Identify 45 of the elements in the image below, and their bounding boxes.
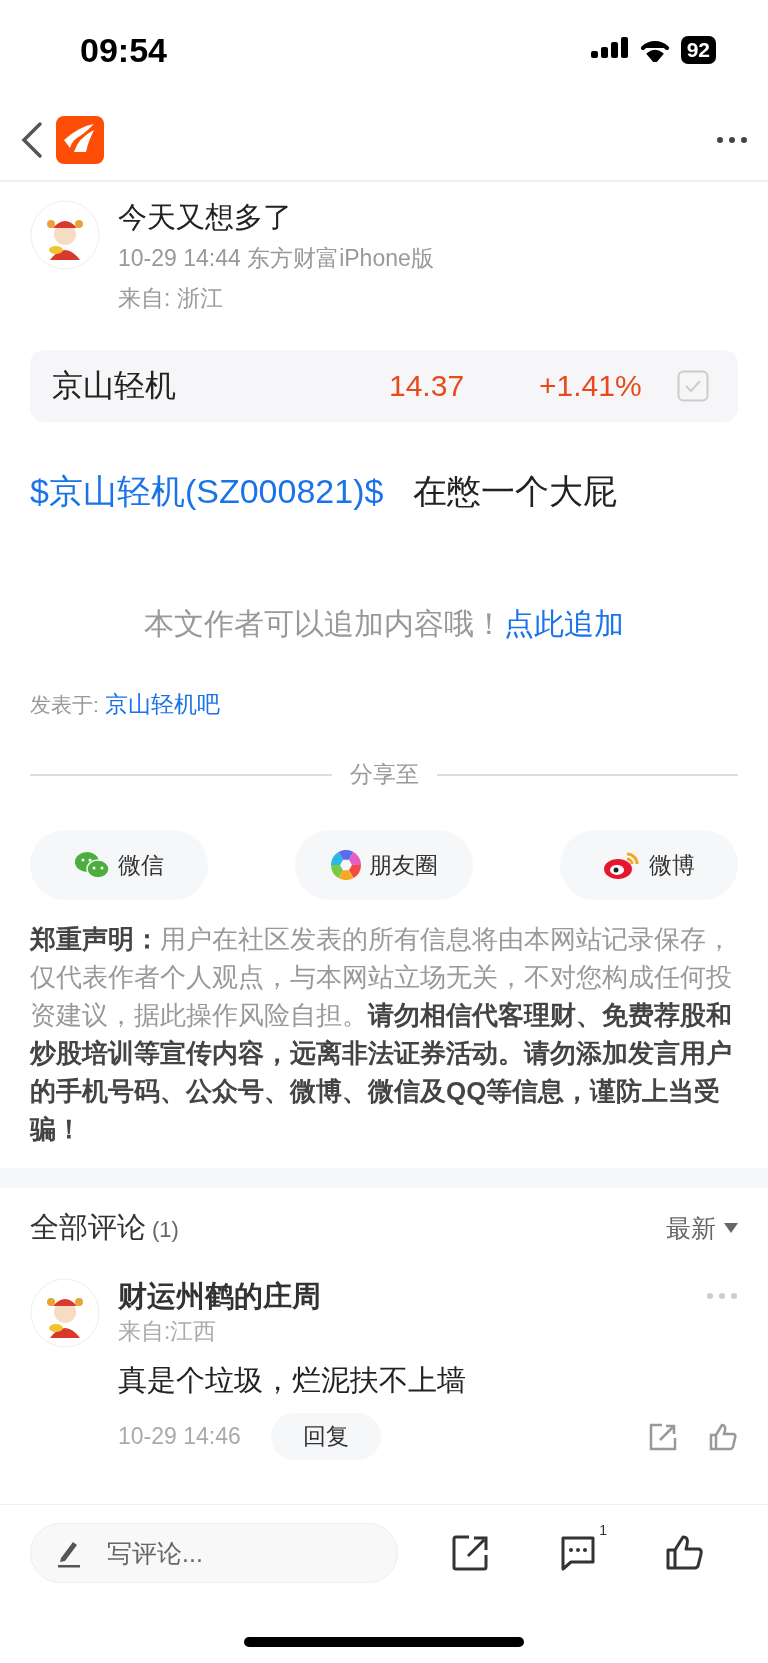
status-time: 09:54 <box>80 30 167 70</box>
caret-icon <box>724 1223 738 1233</box>
thumbs-up-icon[interactable] <box>708 1421 738 1452</box>
stock-link[interactable]: $京山轻机(SZ000821)$ <box>30 472 384 510</box>
post-text: $京山轻机(SZ000821)$ 在憋一个大屁 <box>30 471 618 512</box>
checkbox-icon[interactable] <box>677 370 709 402</box>
chat-bubbles-icon <box>74 850 110 880</box>
stock-price: 14.37 <box>389 369 466 403</box>
commenter-name[interactable]: 财运州鹤的庄周 <box>118 1278 321 1314</box>
thumbs-up-icon[interactable] <box>665 1534 704 1572</box>
comment-icon[interactable] <box>559 1534 597 1572</box>
stock-card[interactable]: 京山轻机 14.37 +1.41% <box>30 350 738 422</box>
append-link[interactable]: 点此追加 <box>504 607 624 640</box>
avatar <box>30 200 100 270</box>
battery-level: 92 <box>680 36 716 64</box>
post-meta: 10-29 14:44 东方财富iPhone版 <box>118 244 434 273</box>
sort-dropdown[interactable]: 最新 <box>666 1211 738 1245</box>
posted-in: 发表于: 京山轻机吧 <box>30 690 221 719</box>
comment-input[interactable]: 写评论... <box>30 1523 398 1583</box>
reply-button[interactable]: 回复 <box>270 1413 381 1460</box>
author-name[interactable]: 今天又想多了 <box>118 200 434 234</box>
comments-title: 全部评论 <box>30 1211 146 1243</box>
post-location: 来自: 浙江 <box>118 284 224 313</box>
forum-link[interactable]: 京山轻机吧 <box>104 691 220 717</box>
share-button[interactable]: 微信 <box>30 830 208 900</box>
wifi-icon <box>638 38 671 62</box>
aperture-icon <box>330 850 361 880</box>
share-button[interactable]: 微博 <box>560 830 738 900</box>
append-prompt: 本文作者可以追加内容哦！点此追加 <box>143 606 625 642</box>
back-icon[interactable] <box>20 120 44 160</box>
comment-count: 1 <box>599 1522 607 1538</box>
stock-name: 京山轻机 <box>52 367 177 405</box>
stock-change: +1.41% <box>539 369 643 403</box>
comment-text: 真是个垃圾，烂泥扶不上墙 <box>118 1363 467 1398</box>
share-button[interactable]: 朋友圈 <box>295 830 473 900</box>
more-icon[interactable] <box>716 136 748 144</box>
logo-icon <box>56 116 104 164</box>
avatar <box>30 1278 100 1348</box>
comment-time: 10-29 14:46 <box>118 1423 241 1450</box>
disclaimer: 郑重声明：用户在社区发表的所有信息将由本网站记录保存，仅代表作者个人观点，与本网站立场无关，不对您构成任何投资建议，据此操作风险自担。请勿相信代客理财、免费荐股和炒股培训等宣传内容，远离非法证券活动。请勿添加发言用户的手机号码、公众号、微博、微信及QQ等信息，谨防上当受骗！ <box>30 923 733 1146</box>
share-title: 分享至 <box>349 760 419 789</box>
eye-logo-icon <box>603 850 641 880</box>
comments-count: (1) <box>152 1217 179 1242</box>
share-icon[interactable] <box>452 1534 491 1572</box>
comment-location: 来自:江西 <box>118 1317 218 1346</box>
